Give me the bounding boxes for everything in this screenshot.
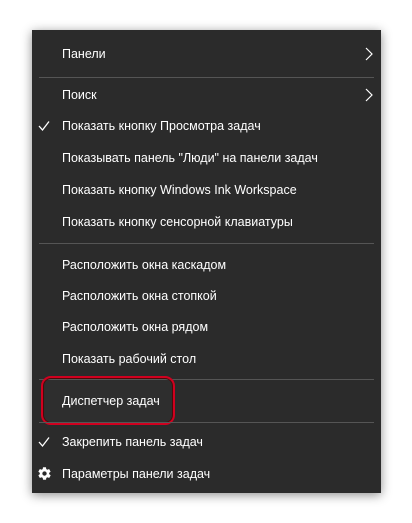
menu-item-label: Панели <box>62 47 106 61</box>
taskbar-context-menu: Панели Поиск Показать кнопку Просмотра з… <box>32 30 381 493</box>
chevron-right-icon <box>365 88 373 102</box>
menu-item-label: Расположить окна каскадом <box>62 258 227 272</box>
menu-item-show-people-on-taskbar[interactable]: Показывать панель "Люди" на панели задач <box>32 143 381 173</box>
menu-item-lock-taskbar[interactable]: Закрепить панель задач <box>32 427 381 457</box>
menu-item-side-by-side-windows[interactable]: Расположить окна рядом <box>32 312 381 342</box>
menu-item-label: Параметры панели задач <box>62 467 211 481</box>
menu-item-show-windows-ink-workspace-button[interactable]: Показать кнопку Windows Ink Workspace <box>32 175 381 205</box>
menu-item-label: Диспетчер задач <box>62 394 160 408</box>
menu-item-label: Расположить окна стопкой <box>62 289 217 303</box>
menu-item-show-touch-keyboard-button[interactable]: Показать кнопку сенсорной клавиатуры <box>32 207 381 237</box>
menu-item-search[interactable]: Поиск <box>32 80 381 110</box>
menu-item-label: Показать кнопку Просмотра задач <box>62 119 261 133</box>
menu-item-label: Расположить окна рядом <box>62 320 209 334</box>
menu-item-taskbar-settings[interactable]: Параметры панели задач <box>32 459 381 489</box>
menu-item-label: Показывать панель "Люди" на панели задач <box>62 151 318 165</box>
menu-separator <box>39 422 374 423</box>
menu-item-toolbars[interactable]: Панели <box>32 39 381 69</box>
menu-item-show-desktop[interactable]: Показать рабочий стол <box>32 344 381 374</box>
menu-separator <box>39 77 374 78</box>
menu-item-label: Закрепить панель задач <box>62 435 203 449</box>
menu-item-label: Показать рабочий стол <box>62 352 197 366</box>
checkmark-icon <box>38 437 50 448</box>
checkmark-icon <box>38 121 50 132</box>
menu-item-stack-windows[interactable]: Расположить окна стопкой <box>32 281 381 311</box>
menu-item-cascade-windows[interactable]: Расположить окна каскадом <box>32 250 381 280</box>
menu-item-label: Показать кнопку сенсорной клавиатуры <box>62 215 293 229</box>
menu-item-label: Показать кнопку Windows Ink Workspace <box>62 183 297 197</box>
menu-item-task-manager[interactable]: Диспетчер задач <box>32 386 381 416</box>
gear-icon <box>38 467 51 480</box>
chevron-right-icon <box>365 47 373 61</box>
menu-separator <box>39 243 374 244</box>
menu-item-label: Поиск <box>62 88 97 102</box>
menu-item-show-task-view-button[interactable]: Показать кнопку Просмотра задач <box>32 111 381 141</box>
